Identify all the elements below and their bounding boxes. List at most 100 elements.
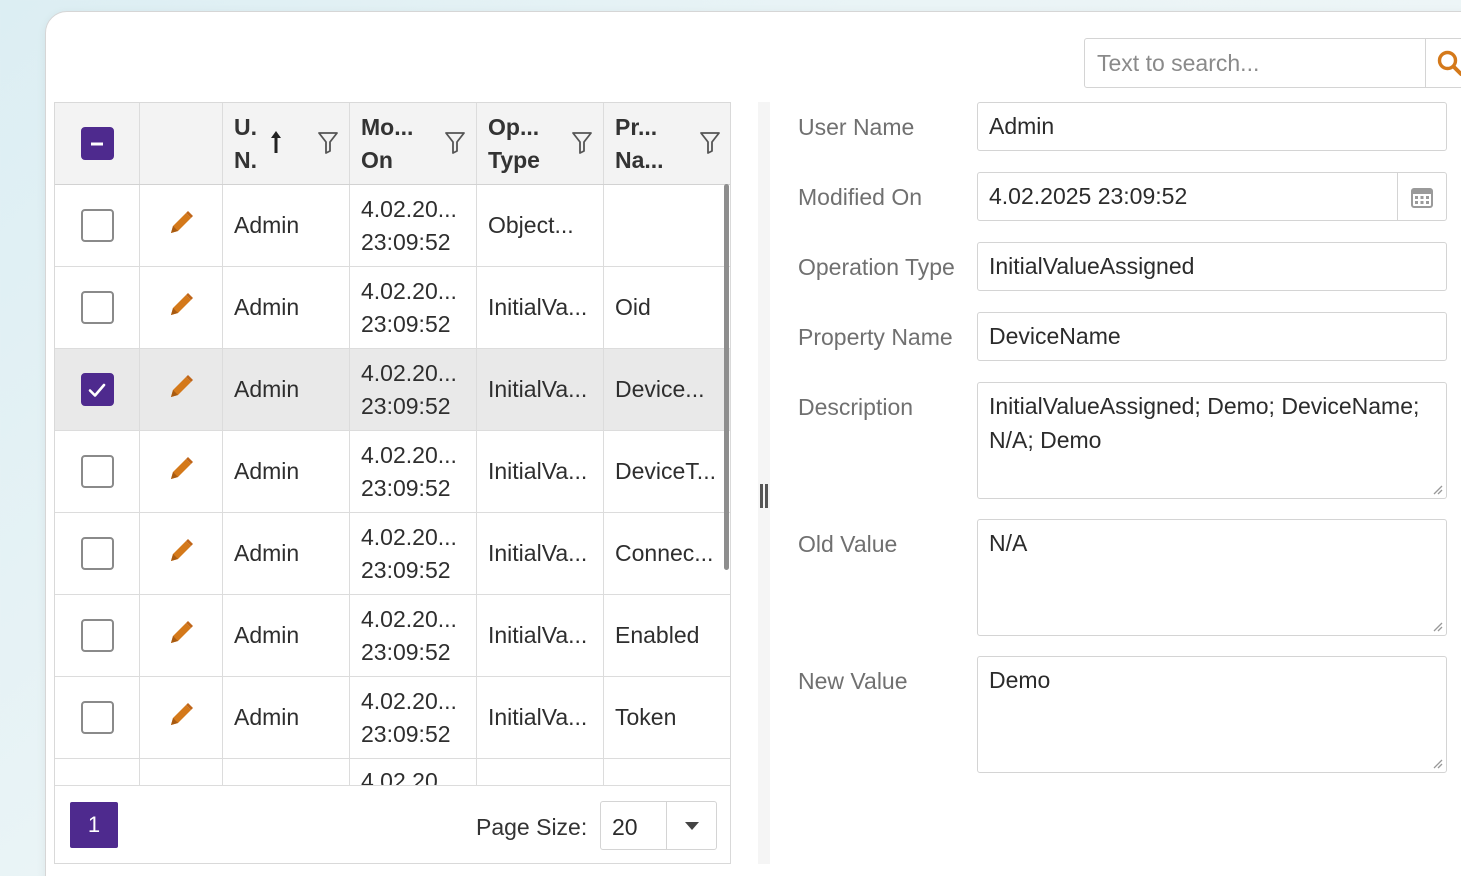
pencil-icon xyxy=(171,702,193,725)
column-header-modified-on[interactable]: Mo... On xyxy=(350,103,477,184)
select-all-checkbox[interactable] xyxy=(80,127,114,160)
page-size-value: 20 xyxy=(612,814,638,840)
operation-type-field[interactable]: InitialValueAssigned xyxy=(977,242,1447,291)
cell-text: InitialVa... xyxy=(488,376,588,402)
checkmark-icon xyxy=(88,383,106,397)
user-name-field[interactable]: Admin xyxy=(977,102,1447,151)
table-row[interactable]: Admin 4.02.20... 23:09:52 InitialVa... Conne… xyxy=(55,513,730,595)
calendar-button[interactable] xyxy=(1397,173,1446,220)
row-checkbox[interactable] xyxy=(80,537,114,570)
modified-on-field[interactable]: 4.02.2025 23:09:52 xyxy=(977,172,1447,221)
cell-text: Enabled xyxy=(615,622,700,648)
pencil-icon xyxy=(171,210,193,233)
modified-on-cell: 4.02.20... 23:09:52 xyxy=(350,267,477,348)
edit-cell xyxy=(140,349,223,430)
cell-text: InitialVa... xyxy=(488,458,588,484)
select-cell xyxy=(55,267,140,348)
cell-time: 23:09:52 xyxy=(361,720,451,747)
search-button[interactable] xyxy=(1425,39,1461,87)
calendar-icon xyxy=(1411,187,1433,208)
select-cell xyxy=(55,677,140,758)
column-label: Na... xyxy=(615,146,664,173)
cell-time: 23:09:52 xyxy=(361,474,451,501)
property-name-field[interactable]: DeviceName xyxy=(977,312,1447,361)
resize-handle-icon[interactable] xyxy=(1431,620,1443,632)
table-row[interactable]: Admin 4.02.20... 23:09:52 InitialVa... Devic… xyxy=(55,431,730,513)
label-modified-on: Modified On xyxy=(798,184,923,210)
modified-on-cell: 4.02.20... 23:09:52 xyxy=(350,349,477,430)
row-checkbox[interactable] xyxy=(80,455,114,488)
page-button[interactable]: 1 xyxy=(70,802,118,848)
column-label: Mo... xyxy=(361,113,414,140)
edit-row-button[interactable] xyxy=(167,209,195,243)
grid-header-row: U. N. Mo... On Op... Type Pr... Na... xyxy=(55,103,730,185)
cell-date: 4.02.20... xyxy=(361,359,457,386)
grid-scrollbar[interactable] xyxy=(724,184,729,570)
header-edit-cell xyxy=(140,103,223,184)
row-checkbox[interactable] xyxy=(80,619,114,652)
search-input[interactable] xyxy=(1085,39,1425,87)
table-row[interactable]: Admin 4.02.20... 23:09:52 InitialVa... Enabl… xyxy=(55,595,730,677)
filter-icon[interactable] xyxy=(317,131,339,155)
property-name-cell: DeviceT... xyxy=(604,431,730,512)
cell-date: 4.02.20... xyxy=(361,687,457,714)
cell-date: 4.02.20... xyxy=(361,523,457,550)
table-row[interactable]: Admin 4.02.20... 23:09:52 InitialVa... Oid xyxy=(55,267,730,349)
column-header-user-name[interactable]: U. N. xyxy=(223,103,350,184)
operation-type-cell: InitialVa... xyxy=(477,431,604,512)
select-cell xyxy=(55,349,140,430)
label-operation-type: Operation Type xyxy=(798,254,955,280)
table-row[interactable]: Admin 4.02.20... 23:09:52 InitialVa... Token xyxy=(55,677,730,759)
table-row[interactable]: Admin 4.02.20... 23:09:52 InitialVa... Devic… xyxy=(55,349,730,431)
edit-row-button[interactable] xyxy=(167,373,195,407)
filter-icon[interactable] xyxy=(444,131,466,155)
edit-row-button[interactable] xyxy=(167,291,195,325)
new-value-field[interactable]: Demo xyxy=(977,656,1447,773)
row-checkbox[interactable] xyxy=(80,209,114,242)
row-checkbox[interactable] xyxy=(80,373,114,406)
cell-text: InitialVa... xyxy=(488,704,588,730)
cell-text: Admin xyxy=(234,376,300,402)
select-cell xyxy=(55,595,140,676)
cell-text: Connec... xyxy=(615,540,714,566)
column-header-operation-type[interactable]: Op... Type xyxy=(477,103,604,184)
search-box xyxy=(1084,38,1461,88)
edit-row-button[interactable] xyxy=(167,537,195,571)
row-checkbox[interactable] xyxy=(80,701,114,734)
column-header-property-name[interactable]: Pr... Na... xyxy=(604,103,730,184)
old-value-field[interactable]: N/A xyxy=(977,519,1447,636)
operation-type-cell: Object... xyxy=(477,185,604,266)
description-field[interactable]: InitialValueAssigned; Demo; DeviceName; … xyxy=(977,382,1447,499)
user-name-cell: Admin xyxy=(223,513,350,594)
page-size-dropdown-button[interactable] xyxy=(666,802,716,849)
cell-text: Device... xyxy=(615,376,705,402)
operation-type-cell: InitialVa... xyxy=(477,349,604,430)
resize-handle-icon[interactable] xyxy=(1431,483,1443,495)
property-name-value: DeviceName xyxy=(989,323,1121,349)
edit-cell xyxy=(140,267,223,348)
edit-row-button[interactable] xyxy=(167,619,195,653)
modified-on-cell: 4.02.20... 23:09:52 xyxy=(350,185,477,266)
column-label: On xyxy=(361,146,393,173)
table-row[interactable]: Admin 4.02.20... 23:09:52 Object... xyxy=(55,185,730,267)
panel-splitter[interactable] xyxy=(758,102,770,864)
splitter-grip-icon[interactable] xyxy=(760,484,768,508)
edit-row-button[interactable] xyxy=(167,701,195,735)
cell-text: InitialVa... xyxy=(488,622,588,648)
row-checkbox[interactable] xyxy=(80,291,114,324)
resize-handle-icon[interactable] xyxy=(1431,757,1443,769)
cell-text: Object... xyxy=(488,212,574,238)
property-name-cell: Token xyxy=(604,677,730,758)
edit-cell xyxy=(140,185,223,266)
filter-icon[interactable] xyxy=(571,131,593,155)
cell-text: Oid xyxy=(615,294,651,320)
page-size-select[interactable]: 20 xyxy=(600,801,717,850)
edit-cell xyxy=(140,513,223,594)
cell-text: Admin xyxy=(234,540,300,566)
edit-cell xyxy=(140,431,223,512)
sort-ascending-icon[interactable] xyxy=(269,129,283,155)
edit-row-button[interactable] xyxy=(167,455,195,489)
cell-time: 23:09:52 xyxy=(361,392,451,419)
cell-text: Admin xyxy=(234,294,300,320)
filter-icon[interactable] xyxy=(699,131,721,155)
